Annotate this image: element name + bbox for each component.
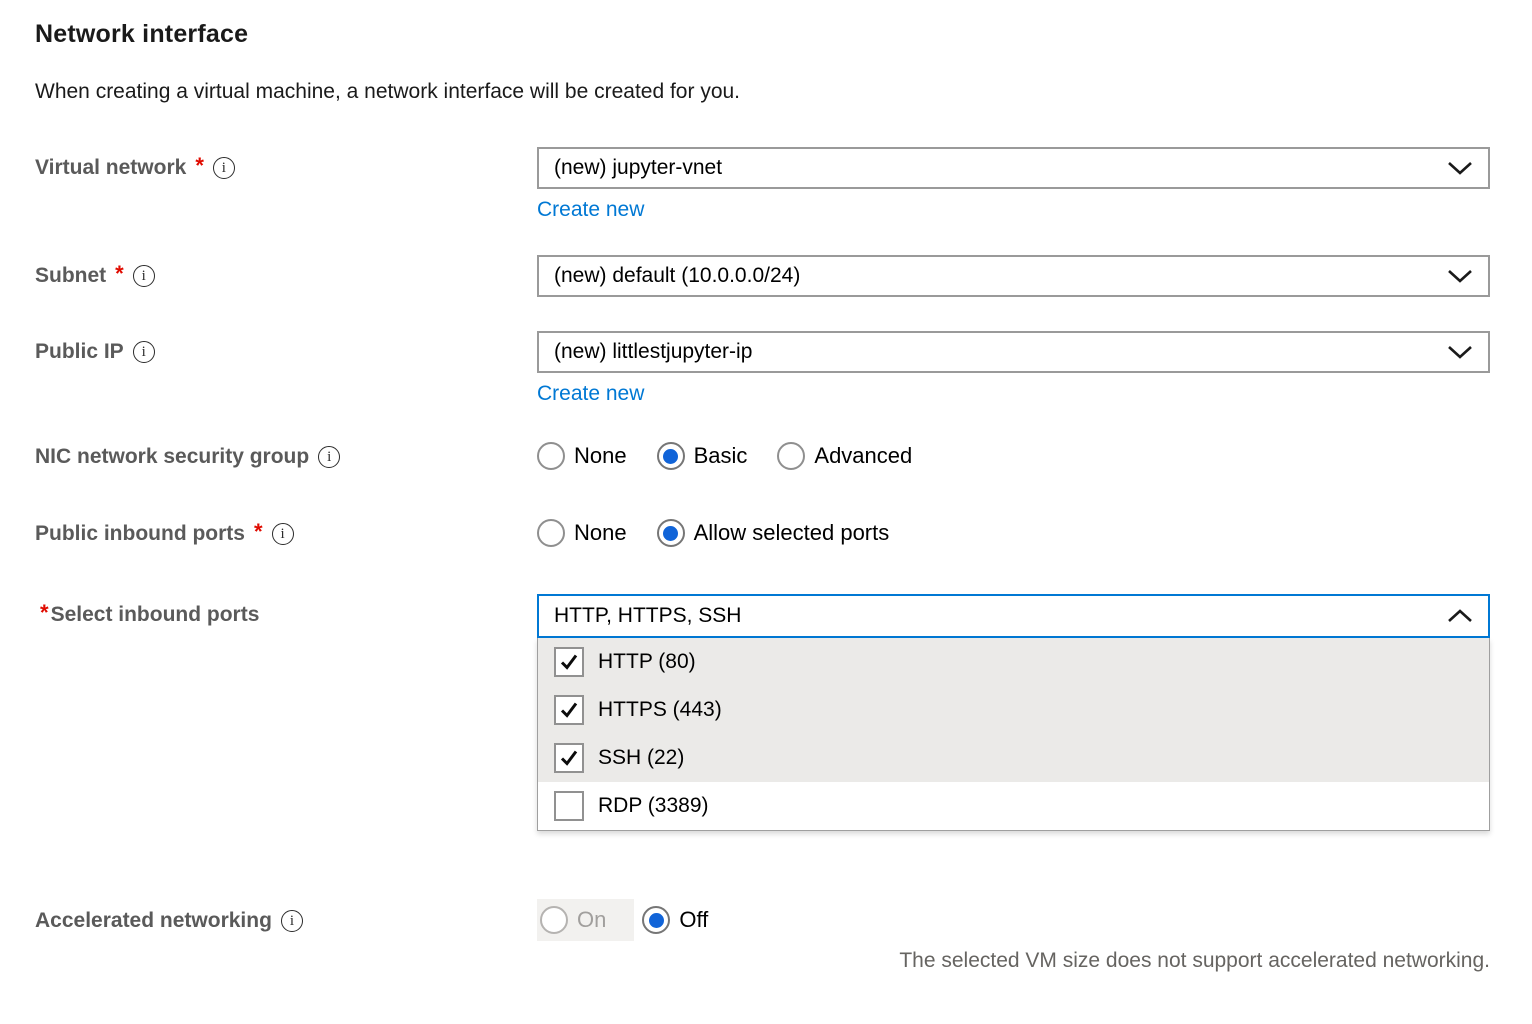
accelerated-networking-label-group: Accelerated networking [35,899,537,943]
virtual-network-row: Virtual network * (new) jupyter-vnet Cre… [35,147,1490,222]
radio-icon [777,442,805,470]
chevron-down-icon [1447,160,1473,176]
radio-selected-icon [657,519,685,547]
info-icon[interactable] [318,446,340,468]
chevron-down-icon [1447,344,1473,360]
required-asterisk: * [115,263,124,285]
chevron-down-icon [1447,268,1473,284]
info-icon[interactable] [133,265,155,287]
info-icon[interactable] [133,341,155,363]
public-inbound-ports-label: Public inbound ports [35,522,245,546]
nic-nsg-label: NIC network security group [35,445,309,469]
page-title: Network interface [35,20,1532,49]
accelerated-networking-on-option-disabled: On [537,899,634,941]
network-interface-section: Network interface When creating a virtua… [0,0,1532,973]
public-ip-label-group: Public IP [35,331,537,373]
public-ip-label: Public IP [35,340,124,364]
nic-nsg-radio-basic[interactable]: Basic [657,442,748,470]
required-asterisk: * [254,521,263,543]
public-ip-select[interactable]: (new) littlestjupyter-ip [537,331,1490,373]
accelerated-networking-row: Accelerated networking On Off The select… [35,899,1490,973]
select-inbound-ports-label-group: * Select inbound ports [35,594,537,636]
checkbox-checked-icon[interactable] [554,647,584,677]
dropdown-option-https[interactable]: HTTPS (443) [538,686,1489,734]
accelerated-networking-note: The selected VM size does not support ac… [537,949,1490,973]
dropdown-option-http[interactable]: HTTP (80) [538,638,1489,686]
info-icon[interactable] [213,157,235,179]
public-inbound-ports-row: Public inbound ports * None Allow select… [35,519,1490,549]
checkbox-checked-icon[interactable] [554,743,584,773]
subnet-row: Subnet * (new) default (10.0.0.0/24) [35,255,1490,297]
nic-nsg-radio-none[interactable]: None [537,442,627,470]
nic-nsg-radio-group: None Basic Advanced [537,442,1490,470]
radio-disabled-icon [540,906,568,934]
select-inbound-ports-row: * Select inbound ports HTTP, HTTPS, SSH … [35,594,1490,831]
chevron-up-icon [1447,608,1473,624]
subnet-select[interactable]: (new) default (10.0.0.0/24) [537,255,1490,297]
inbound-ports-radio-allow-selected[interactable]: Allow selected ports [657,519,890,547]
accelerated-networking-label: Accelerated networking [35,909,272,933]
inbound-ports-radio-none[interactable]: None [537,519,627,547]
virtual-network-value: (new) jupyter-vnet [554,156,722,180]
info-icon[interactable] [272,523,294,545]
public-ip-row: Public IP (new) littlestjupyter-ip Creat… [35,331,1490,406]
required-asterisk: * [40,602,49,624]
radio-icon [537,442,565,470]
select-inbound-ports-combobox[interactable]: HTTP, HTTPS, SSH [537,594,1490,638]
radio-selected-icon [657,442,685,470]
public-inbound-ports-label-group: Public inbound ports * [35,519,537,549]
virtual-network-label-group: Virtual network * [35,147,537,189]
info-icon[interactable] [281,910,303,932]
accelerated-networking-off-option[interactable]: Off [642,906,708,934]
public-ip-value: (new) littlestjupyter-ip [554,340,752,364]
dropdown-option-rdp[interactable]: RDP (3389) [538,782,1489,830]
page-subtitle: When creating a virtual machine, a netwo… [35,80,1532,104]
nic-nsg-radio-advanced[interactable]: Advanced [777,442,912,470]
nic-nsg-row: NIC network security group None Basic Ad… [35,442,1490,472]
required-asterisk: * [195,155,204,177]
radio-icon [537,519,565,547]
subnet-label: Subnet [35,264,106,288]
virtual-network-select[interactable]: (new) jupyter-vnet [537,147,1490,189]
inbound-ports-dropdown-panel: HTTP (80) HTTPS (443) SSH (22) [537,638,1490,831]
virtual-network-label: Virtual network [35,156,186,180]
checkbox-unchecked-icon[interactable] [554,791,584,821]
select-inbound-ports-value: HTTP, HTTPS, SSH [554,604,741,628]
radio-selected-icon [642,906,670,934]
subnet-label-group: Subnet * [35,255,537,297]
checkbox-checked-icon[interactable] [554,695,584,725]
public-ip-create-new-link[interactable]: Create new [537,382,644,406]
public-inbound-ports-radio-group: None Allow selected ports [537,519,1490,547]
nic-nsg-label-group: NIC network security group [35,442,537,472]
dropdown-option-ssh[interactable]: SSH (22) [538,734,1489,782]
select-inbound-ports-label: Select inbound ports [51,603,260,627]
accelerated-networking-toggle: On Off [537,899,1490,941]
virtual-network-create-new-link[interactable]: Create new [537,198,644,222]
subnet-value: (new) default (10.0.0.0/24) [554,264,800,288]
